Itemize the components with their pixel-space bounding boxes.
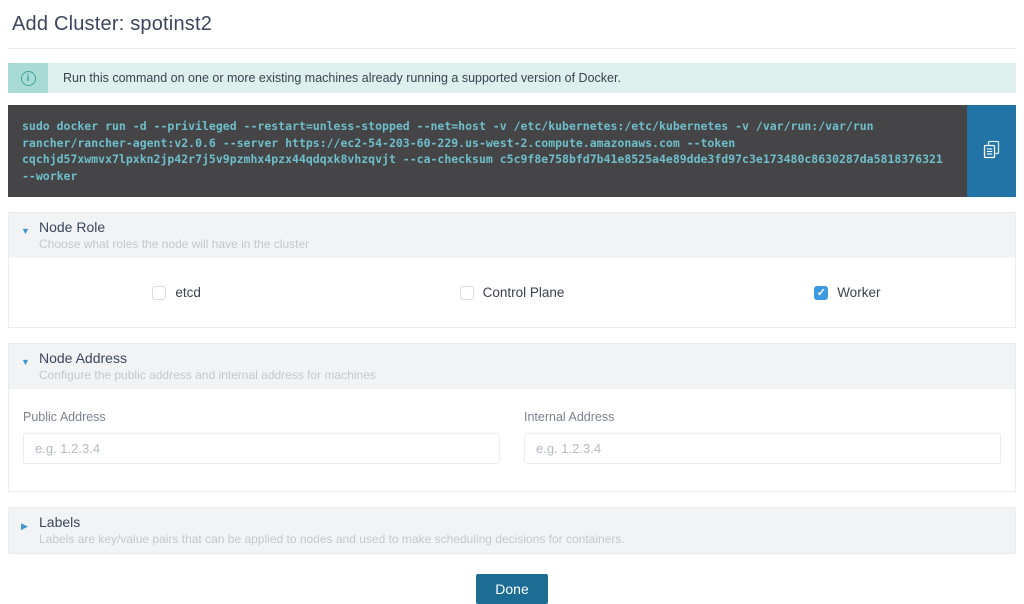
internal-address-input[interactable]: [524, 433, 1001, 464]
internal-address-label: Internal Address: [524, 410, 1001, 424]
node-address-fields: Public Address Internal Address: [9, 389, 1015, 491]
node-address-title: Node Address: [39, 350, 1003, 366]
docker-command-code: sudo docker run -d --privileged --restar…: [8, 105, 967, 197]
node-address-section: ▼ Node Address Configure the public addr…: [8, 343, 1016, 492]
labels-header[interactable]: ▶ Labels Labels are key/value pairs that…: [9, 508, 1015, 553]
info-banner: i Run this command on one or more existi…: [8, 63, 1016, 93]
control-plane-checkbox-label: Control Plane: [483, 285, 565, 300]
checkbox-control-plane[interactable]: Control Plane: [460, 285, 565, 300]
control-plane-checkbox-box[interactable]: [460, 286, 474, 300]
node-role-options: etcd Control Plane Worker: [9, 258, 1015, 327]
public-address-field-group: Public Address: [23, 410, 500, 464]
caret-down-icon: ▼: [21, 357, 30, 367]
clipboard-icon: [983, 140, 1000, 162]
etcd-checkbox-box[interactable]: [152, 286, 166, 300]
labels-section: ▶ Labels Labels are key/value pairs that…: [8, 507, 1016, 554]
info-banner-icon-cell: i: [8, 63, 48, 93]
command-line: cqchjd57xwmvx7lpxkn2jp42r7j5v9pzmhx4pzx4…: [22, 151, 953, 168]
add-cluster-page: Add Cluster: spotinst2 i Run this comman…: [0, 0, 1024, 604]
command-line: rancher/rancher-agent:v2.0.6 --server ht…: [22, 135, 953, 152]
caret-down-icon: ▼: [21, 226, 30, 236]
labels-title: Labels: [39, 514, 1003, 530]
page-header: Add Cluster: spotinst2: [8, 0, 1016, 49]
worker-checkbox-box[interactable]: [814, 286, 828, 300]
node-address-header[interactable]: ▼ Node Address Configure the public addr…: [9, 344, 1015, 389]
etcd-checkbox-label: etcd: [175, 285, 201, 300]
copy-command-button[interactable]: [967, 105, 1016, 197]
public-address-label: Public Address: [23, 410, 500, 424]
command-line: sudo docker run -d --privileged --restar…: [22, 118, 953, 135]
docker-command-block: sudo docker run -d --privileged --restar…: [8, 105, 1016, 197]
checkbox-etcd[interactable]: etcd: [152, 285, 201, 300]
worker-checkbox-label: Worker: [837, 285, 880, 300]
info-banner-text: Run this command on one or more existing…: [48, 63, 636, 93]
public-address-input[interactable]: [23, 433, 500, 464]
labels-subtitle: Labels are key/value pairs that can be a…: [39, 532, 1003, 546]
node-role-title: Node Role: [39, 219, 1003, 235]
node-role-section: ▼ Node Role Choose what roles the node w…: [8, 212, 1016, 328]
node-role-header[interactable]: ▼ Node Role Choose what roles the node w…: [9, 213, 1015, 258]
node-address-subtitle: Configure the public address and interna…: [39, 368, 1003, 382]
internal-address-field-group: Internal Address: [524, 410, 1001, 464]
node-role-subtitle: Choose what roles the node will have in …: [39, 237, 1003, 251]
info-icon: i: [21, 71, 36, 86]
checkbox-worker[interactable]: Worker: [814, 285, 880, 300]
command-line: --worker: [22, 168, 953, 185]
caret-right-icon: ▶: [21, 521, 28, 532]
page-title: Add Cluster: spotinst2: [12, 13, 1012, 36]
